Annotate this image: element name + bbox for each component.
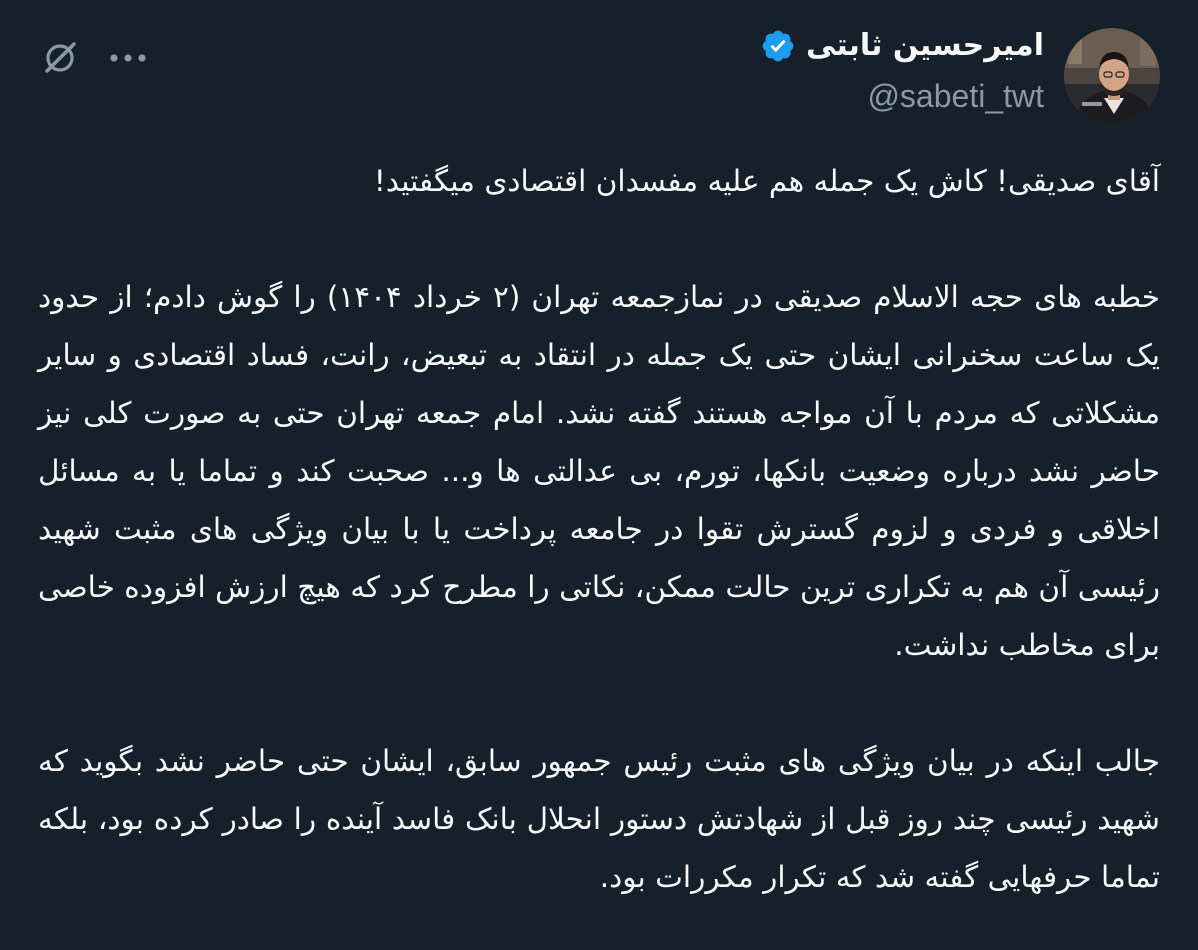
- tweet-headline: آقای صدیقی! کاش یک جمله هم علیه مفسدان ا…: [373, 164, 1160, 198]
- tweet-header: امیرحسین ثابتی @sabeti_twt: [38, 24, 1160, 124]
- more-horizontal-icon[interactable]: [108, 38, 148, 78]
- tweet-card: امیرحسین ثابتی @sabeti_twt آقای صدیقی! ک…: [0, 0, 1198, 950]
- author-handle[interactable]: @sabeti_twt: [867, 76, 1044, 116]
- profile-photo-icon: [1064, 28, 1160, 124]
- author-display-name[interactable]: امیرحسین ثابتی: [806, 26, 1044, 66]
- avatar[interactable]: [1064, 28, 1160, 124]
- header-actions: [38, 36, 148, 80]
- verified-badge-icon[interactable]: [760, 28, 796, 64]
- tweet-text: آقای صدیقی! کاش یک جمله هم علیه مفسدان ا…: [38, 152, 1160, 906]
- author-name-row: امیرحسین ثابتی: [760, 26, 1044, 66]
- grok-icon[interactable]: [38, 36, 82, 80]
- tweet-paragraph-1: خطبه های حجه الاسلام صدیقی در نمازجمعه ت…: [38, 280, 1161, 662]
- tweet-paragraph-2: جالب اینکه در بیان ویژگی های مثبت رئیس ج…: [38, 744, 1160, 894]
